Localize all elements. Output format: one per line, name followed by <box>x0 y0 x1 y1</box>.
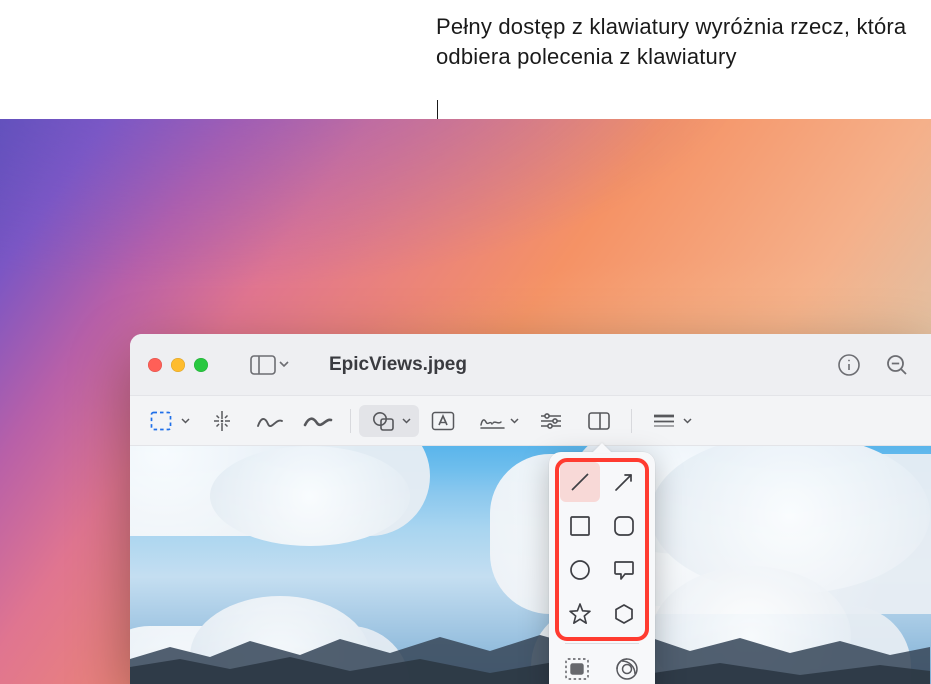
sketch-button[interactable] <box>246 405 294 437</box>
selection-tool-button[interactable] <box>138 405 198 437</box>
rounded-rectangle-shape-button[interactable] <box>604 506 644 546</box>
star-icon <box>568 602 592 626</box>
sliders-icon <box>539 412 563 430</box>
sidebar-icon <box>250 355 276 375</box>
chevron-down-icon <box>510 418 519 424</box>
speech-bubble-shape-button[interactable] <box>604 550 644 590</box>
adjust-color-button[interactable] <box>527 405 575 437</box>
shapes-grid <box>559 462 645 634</box>
markup-toolbar <box>130 396 931 446</box>
crop-icon <box>587 411 611 431</box>
zoom-window-button[interactable] <box>194 358 208 372</box>
draw-icon <box>303 412 333 430</box>
desktop-wallpaper: EpicViews.jpeg <box>0 119 931 684</box>
square-icon <box>569 515 591 537</box>
shapes-tool-button[interactable] <box>359 405 419 437</box>
border-style-button[interactable] <box>640 405 700 437</box>
titlebar: EpicViews.jpeg <box>130 334 931 396</box>
line-shape-button[interactable] <box>560 462 600 502</box>
instant-alpha-button[interactable] <box>198 405 246 437</box>
shapes-popover <box>549 452 655 684</box>
loupe-icon <box>614 656 640 682</box>
toolbar-divider <box>631 409 632 433</box>
info-button[interactable] <box>837 353 861 377</box>
draw-button[interactable] <box>294 405 342 437</box>
arrow-icon <box>612 470 636 494</box>
decorative-cloud <box>130 446 430 536</box>
popover-divider <box>565 643 639 644</box>
info-icon <box>837 353 861 377</box>
mask-tool-button[interactable] <box>559 654 595 684</box>
selection-icon <box>150 411 172 431</box>
titlebar-right-group <box>837 353 913 377</box>
sidebar-toggle-button[interactable] <box>244 350 295 380</box>
chevron-down-icon <box>683 418 692 424</box>
chevron-down-icon <box>181 418 190 424</box>
hexagon-shape-button[interactable] <box>604 594 644 634</box>
preview-window: EpicViews.jpeg <box>130 334 931 684</box>
chevron-down-icon <box>279 361 289 368</box>
line-icon <box>568 470 592 494</box>
loupe-tool-button[interactable] <box>609 654 645 684</box>
zoom-out-icon <box>885 353 909 377</box>
circle-icon <box>569 559 591 581</box>
star-shape-button[interactable] <box>560 594 600 634</box>
arrow-shape-button[interactable] <box>604 462 644 502</box>
toolbar-divider <box>350 409 351 433</box>
hexagon-icon <box>613 603 635 625</box>
window-title: EpicViews.jpeg <box>329 354 467 376</box>
decorative-mountains <box>130 629 930 684</box>
shapes-icon <box>371 410 395 432</box>
circle-shape-button[interactable] <box>560 550 600 590</box>
sign-tool-button[interactable] <box>467 405 527 437</box>
mask-icon <box>564 657 590 681</box>
rounded-square-icon <box>613 515 635 537</box>
rectangle-shape-button[interactable] <box>560 506 600 546</box>
adjust-size-button[interactable] <box>575 405 623 437</box>
zoom-out-button[interactable] <box>885 353 909 377</box>
minimize-window-button[interactable] <box>171 358 185 372</box>
image-canvas[interactable] <box>130 446 931 684</box>
text-tool-button[interactable] <box>419 405 467 437</box>
sketch-icon <box>256 412 284 430</box>
chevron-down-icon <box>402 418 411 424</box>
sparkle-icon <box>210 409 234 433</box>
traffic-lights <box>148 358 208 372</box>
signature-icon <box>479 412 507 430</box>
border-style-icon <box>652 413 676 429</box>
speech-bubble-icon <box>613 559 635 581</box>
close-window-button[interactable] <box>148 358 162 372</box>
popover-bottom-row <box>559 654 645 684</box>
text-icon <box>431 411 455 431</box>
callout-text: Pełny dostęp z klawiatury wyróżnia rzecz… <box>436 12 931 71</box>
